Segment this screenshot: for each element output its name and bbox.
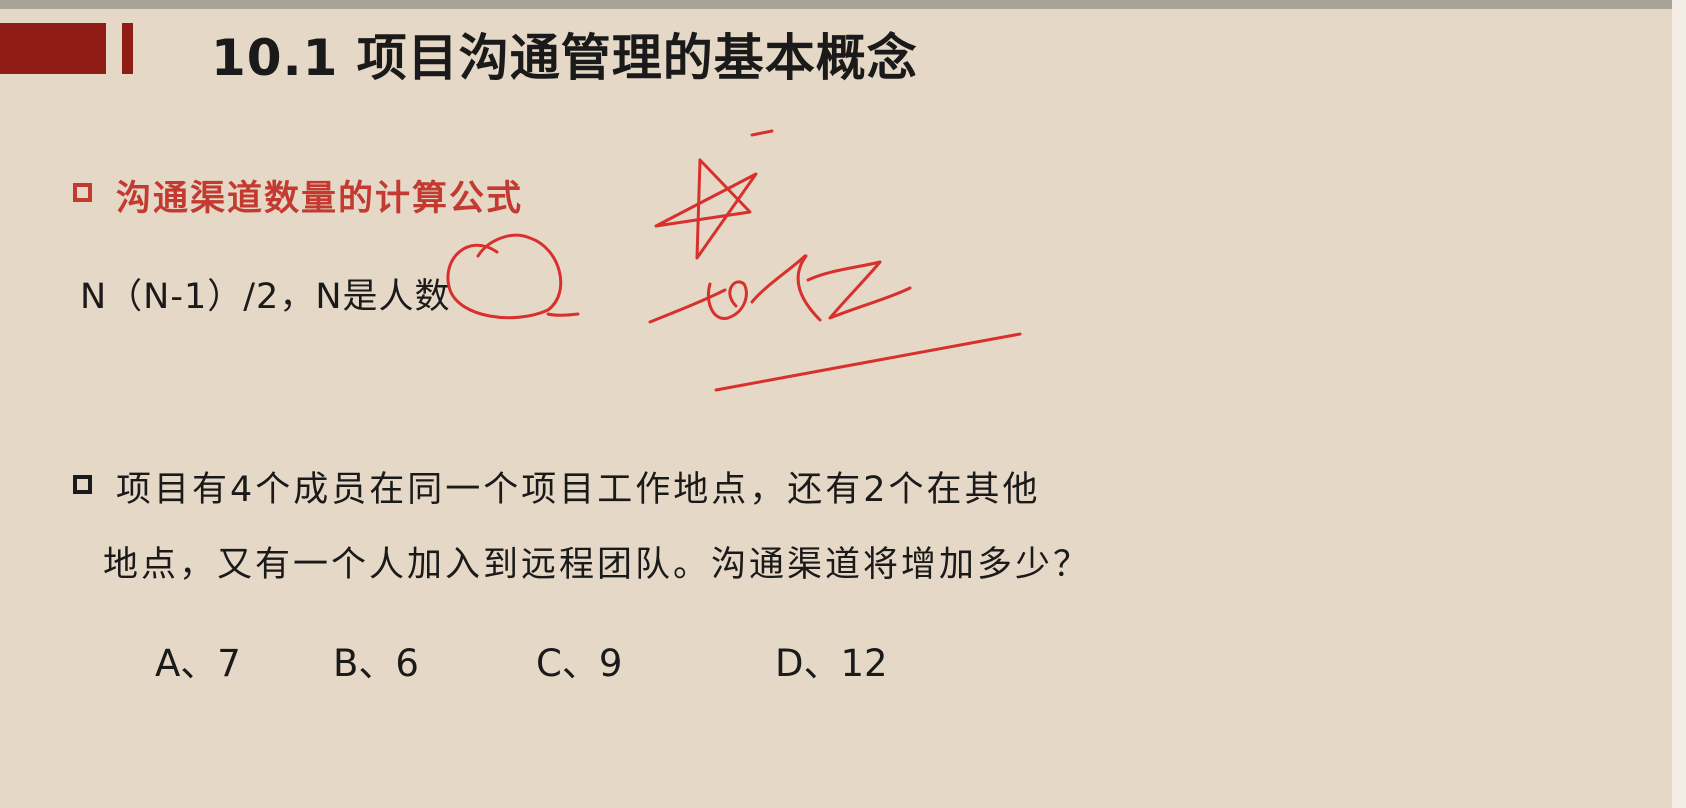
star-doodle: [654, 129, 774, 260]
circle-around-people-count: [446, 233, 580, 320]
handwritten-annotations: [446, 129, 1022, 392]
handwritten-scribble: [648, 254, 912, 324]
underline-stroke: [714, 332, 1022, 392]
